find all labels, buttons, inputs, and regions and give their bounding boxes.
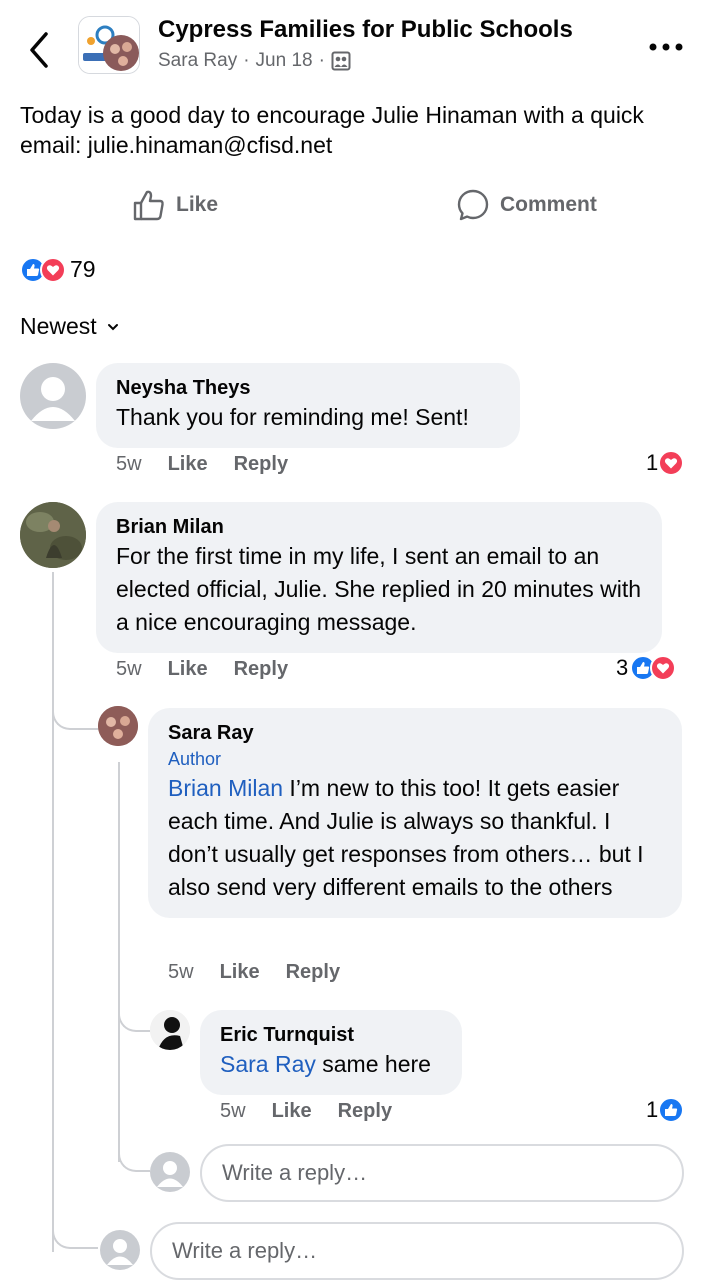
post-meta: Sara Ray · Jun 18 · xyxy=(158,50,351,72)
comment-time[interactable]: 5w xyxy=(220,1100,246,1123)
comment-like-button[interactable]: Like xyxy=(168,658,208,681)
comment-text: Brian Milan I’m new to this too! It gets… xyxy=(168,772,662,904)
comment-time[interactable]: 5w xyxy=(168,961,194,984)
comment-like-button[interactable]: Like xyxy=(168,453,208,476)
avatar[interactable] xyxy=(150,1010,190,1050)
comment-bubble: Brian Milan For the first time in my lif… xyxy=(96,502,662,653)
thread-connector xyxy=(52,690,98,730)
thread-line xyxy=(52,572,54,1252)
comment-reply-button[interactable]: Reply xyxy=(234,453,288,476)
commenter-name[interactable]: Sara Ray xyxy=(168,720,662,746)
comment-actions: 5w Like Reply xyxy=(220,1100,392,1123)
reply-input[interactable]: Write a reply… xyxy=(200,1144,684,1202)
comment-reactions[interactable]: 3 xyxy=(616,655,677,681)
members-audience-icon xyxy=(331,51,351,71)
more-options-button[interactable] xyxy=(648,40,684,54)
back-button[interactable] xyxy=(22,30,58,70)
default-avatar-icon xyxy=(107,1239,133,1265)
author-badge: Author xyxy=(168,749,222,769)
comment-text: Thank you for reminding me! Sent! xyxy=(116,404,469,430)
commenter-name[interactable]: Eric Turnquist xyxy=(220,1022,442,1048)
avatar xyxy=(150,1152,190,1192)
comment-label: Comment xyxy=(500,193,597,216)
group-name[interactable]: Cypress Families for Public Schools xyxy=(158,16,573,44)
thread-line xyxy=(118,762,120,1162)
post-reactions[interactable]: 79 xyxy=(20,256,96,283)
comment-bubble: Sara Ray Author Brian Milan I’m new to t… xyxy=(148,708,682,918)
comment-time[interactable]: 5w xyxy=(116,658,142,681)
comment-actions: 5w Like Reply xyxy=(116,658,288,681)
comment-actions: 5w Like Reply xyxy=(168,961,340,984)
post-text: Today is a good day to encourage Julie H… xyxy=(20,102,644,158)
comment-reply-button[interactable]: Reply xyxy=(234,658,288,681)
like-label: Like xyxy=(176,193,219,216)
comment-button[interactable]: Comment xyxy=(456,188,597,222)
avatar[interactable] xyxy=(20,363,86,429)
separator: · xyxy=(318,50,325,71)
separator: · xyxy=(243,50,250,71)
comment-reply-button[interactable]: Reply xyxy=(286,961,340,984)
comment-text: Sara Ray same here xyxy=(220,1048,442,1081)
love-reaction-icon xyxy=(40,256,66,283)
comment-bubble-icon xyxy=(457,189,489,221)
like-reaction-icon xyxy=(658,1097,685,1123)
like-button[interactable]: Like xyxy=(132,188,218,222)
avatar xyxy=(100,1230,140,1270)
comment-reply-button[interactable]: Reply xyxy=(338,1100,392,1123)
thread-connector xyxy=(52,1215,98,1249)
group-avatar[interactable] xyxy=(78,16,140,74)
sort-dropdown[interactable]: Newest xyxy=(20,313,119,340)
love-reaction-icon xyxy=(658,450,685,476)
commenter-name[interactable]: Brian Milan xyxy=(116,514,642,540)
ellipsis-icon xyxy=(649,43,683,51)
comment-body: same here xyxy=(315,1051,431,1077)
comment-text: For the first time in my life, I sent an… xyxy=(116,543,642,635)
thread-connector xyxy=(118,1000,150,1032)
reaction-count: 1 xyxy=(646,1097,659,1122)
mention-link[interactable]: Brian Milan xyxy=(168,775,283,801)
comment-actions: 5w Like Reply xyxy=(116,453,288,476)
commenter-name[interactable]: Neysha Theys xyxy=(116,375,500,401)
reaction-count: 79 xyxy=(70,256,96,282)
reaction-count: 1 xyxy=(646,450,659,475)
comment-bubble: Neysha Theys Thank you for reminding me!… xyxy=(96,363,520,448)
post-date[interactable]: Jun 18 xyxy=(256,50,313,72)
comment-like-button[interactable]: Like xyxy=(272,1100,312,1123)
group-photo-icon xyxy=(79,17,139,73)
avatar[interactable] xyxy=(98,706,138,746)
comment-reactions[interactable]: 1 xyxy=(646,450,685,476)
default-avatar-icon xyxy=(31,377,75,421)
comment-like-button[interactable]: Like xyxy=(220,961,260,984)
comment-bubble: Eric Turnquist Sara Ray same here xyxy=(200,1010,462,1095)
chevron-down-icon xyxy=(107,323,118,330)
thumbs-up-icon xyxy=(133,190,164,221)
mention-link[interactable]: Sara Ray xyxy=(220,1051,316,1077)
reply-input[interactable]: Write a reply… xyxy=(150,1222,684,1280)
chevron-left-icon xyxy=(30,32,48,68)
default-avatar-icon xyxy=(157,1161,183,1187)
user-photo-icon xyxy=(20,502,86,568)
sort-label: Newest xyxy=(20,313,97,339)
user-photo-icon xyxy=(150,1010,190,1050)
comment-time[interactable]: 5w xyxy=(116,453,142,476)
comment-reactions[interactable]: 1 xyxy=(646,1097,685,1123)
reaction-count: 3 xyxy=(616,655,629,680)
user-photo-icon xyxy=(98,706,138,746)
thread-connector xyxy=(118,1140,150,1172)
love-reaction-icon xyxy=(650,655,677,681)
post-author[interactable]: Sara Ray xyxy=(158,50,237,72)
avatar[interactable] xyxy=(20,502,86,568)
